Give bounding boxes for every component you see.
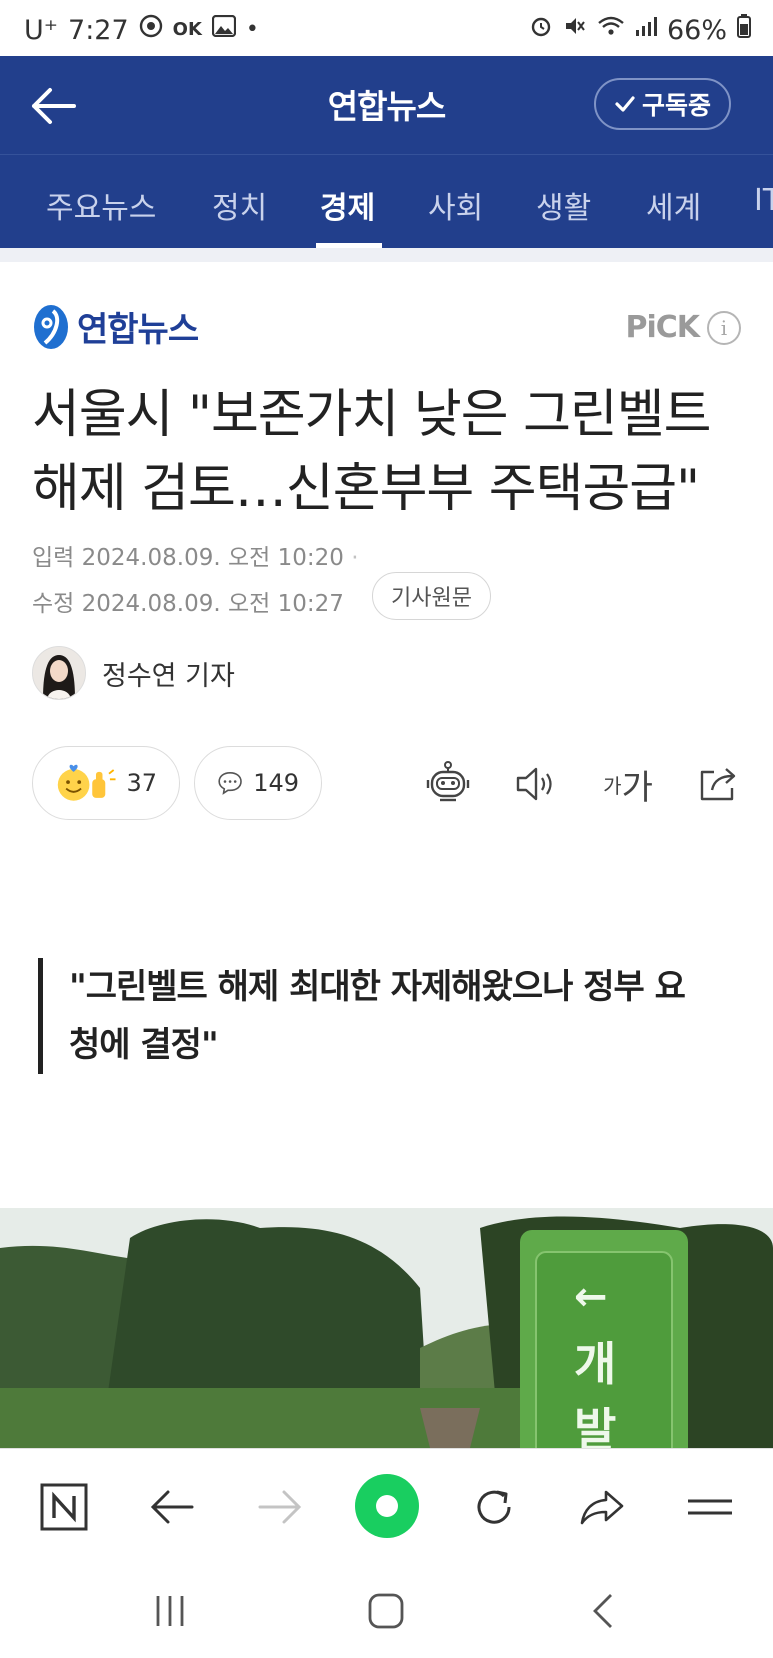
reporter-name: 정수연 기자 bbox=[102, 660, 235, 692]
input-date: 입력 2024.08.09. 오전 10:20 · bbox=[32, 538, 359, 572]
menu-button[interactable] bbox=[682, 1479, 738, 1535]
summary-bot-button[interactable] bbox=[420, 756, 476, 812]
comment-button[interactable]: 149 bbox=[194, 746, 322, 820]
refresh-button[interactable] bbox=[466, 1479, 522, 1535]
recent-apps-button[interactable] bbox=[140, 1586, 200, 1636]
menu-icon bbox=[688, 1499, 732, 1515]
system-nav-bar bbox=[0, 1556, 773, 1658]
quote-line-2: 청에 결정" bbox=[69, 1025, 219, 1065]
avatar bbox=[32, 646, 86, 700]
emoji-reaction-icon bbox=[57, 764, 116, 801]
carrier-label: U⁺ bbox=[24, 14, 59, 46]
pick-badge[interactable]: PiCK i bbox=[625, 310, 741, 345]
input-label: 입력 bbox=[32, 545, 75, 571]
subheading-quote: "그린벨트 해제 최대한 자제해왔으나 정부 요 청에 결정" bbox=[38, 958, 729, 1074]
n-icon bbox=[40, 1483, 88, 1531]
mute-icon bbox=[563, 14, 587, 46]
alarm-icon bbox=[529, 14, 553, 46]
share-arrow-icon bbox=[580, 1490, 624, 1525]
gallery-icon bbox=[211, 14, 237, 45]
info-icon: i bbox=[707, 310, 741, 345]
robot-icon bbox=[426, 761, 470, 802]
category-tabs: 주요뉴스 정치 경제 사회 생활 세계 IT bbox=[0, 154, 773, 249]
wifi-icon bbox=[597, 14, 625, 46]
recent-apps-icon bbox=[156, 1596, 184, 1626]
article-headline: 서울시 "보존가치 낮은 그린벨트 해제 검토…신혼부부 주택공급" bbox=[32, 378, 747, 526]
pick-label: PiCK bbox=[625, 310, 700, 345]
reaction-count: 37 bbox=[126, 769, 157, 797]
tab-main-news[interactable]: 주요뉴스 bbox=[46, 183, 156, 227]
browser-back-button[interactable] bbox=[144, 1479, 200, 1535]
browser-toolbar bbox=[0, 1448, 773, 1557]
subscribe-button[interactable]: 구독중 bbox=[593, 78, 731, 130]
quote-line-1: "그린벨트 해제 최대한 자제해왔으나 정부 요 bbox=[69, 967, 686, 1007]
speaker-icon bbox=[516, 767, 552, 801]
arrow-left-icon bbox=[150, 1490, 194, 1524]
article-photo[interactable]: ← 개 발 bbox=[0, 1208, 773, 1448]
status-bar: U⁺ 7:27 OK • 66% bbox=[0, 0, 773, 56]
press-logo[interactable]: 연합뉴스 bbox=[31, 302, 199, 351]
tab-life[interactable]: 생활 bbox=[536, 183, 591, 227]
press-name: 연합뉴스 bbox=[77, 310, 199, 350]
naver-home-button[interactable] bbox=[36, 1479, 92, 1535]
tab-economy[interactable]: 경제 bbox=[320, 183, 375, 227]
modified-datetime: 2024.08.09. 오전 10:27 bbox=[81, 591, 344, 617]
tab-world[interactable]: 세계 bbox=[646, 183, 701, 227]
font-size-small-label: 가 bbox=[603, 773, 622, 798]
input-datetime: 2024.08.09. 오전 10:20 bbox=[81, 545, 344, 571]
battery-icon bbox=[737, 14, 751, 46]
home-button[interactable] bbox=[356, 1586, 416, 1636]
modified-date: 수정 2024.08.09. 오전 10:27 bbox=[32, 584, 344, 618]
tts-button[interactable] bbox=[508, 756, 564, 812]
tab-society[interactable]: 사회 bbox=[428, 183, 483, 227]
clock: 7:27 bbox=[68, 14, 129, 46]
browser-forward-button[interactable] bbox=[252, 1479, 308, 1535]
green-circle-icon bbox=[355, 1474, 419, 1538]
okcashbag-icon: OK bbox=[172, 19, 202, 40]
headline-line-2: 해제 검토…신혼부부 주택공급" bbox=[32, 459, 700, 519]
headline-line-1: 서울시 "보존가치 낮은 그린벨트 bbox=[32, 385, 711, 445]
comment-icon bbox=[218, 772, 242, 795]
tab-politics[interactable]: 정치 bbox=[212, 183, 267, 227]
reaction-button[interactable]: 37 bbox=[32, 746, 180, 820]
chrome-icon bbox=[139, 14, 163, 46]
sign-char-1: 개 bbox=[574, 1337, 617, 1391]
separator-dot: · bbox=[351, 545, 359, 571]
sign-arrow: ← bbox=[574, 1274, 608, 1320]
sign-char-2: 발 bbox=[574, 1403, 617, 1448]
share-icon bbox=[700, 768, 736, 801]
check-icon bbox=[615, 96, 635, 112]
home-icon bbox=[368, 1593, 404, 1629]
font-size-large-label: 가 bbox=[621, 767, 653, 808]
reporter[interactable]: 정수연 기자 bbox=[32, 646, 235, 700]
green-dot-button[interactable] bbox=[354, 1473, 420, 1539]
font-size-button[interactable]: 가 가 bbox=[596, 756, 660, 812]
modified-label: 수정 bbox=[32, 591, 75, 617]
comment-count: 149 bbox=[253, 769, 299, 797]
refresh-icon bbox=[477, 1490, 511, 1524]
signal-icon bbox=[635, 15, 657, 45]
section-divider bbox=[0, 248, 773, 262]
browser-share-button[interactable] bbox=[574, 1479, 630, 1535]
battery-percent: 66% bbox=[666, 14, 727, 46]
chevron-left-icon bbox=[593, 1594, 612, 1628]
share-button[interactable] bbox=[690, 756, 746, 812]
subscribe-label: 구독중 bbox=[641, 91, 711, 120]
app-bar: 연합뉴스 구독중 bbox=[0, 56, 773, 154]
arrow-right-icon bbox=[258, 1490, 302, 1524]
system-back-button[interactable] bbox=[574, 1586, 634, 1636]
notification-dot-icon: • bbox=[245, 17, 259, 42]
yonhap-logo-icon bbox=[34, 304, 68, 349]
original-article-button[interactable]: 기사원문 bbox=[372, 572, 491, 620]
tab-it[interactable]: IT bbox=[754, 183, 773, 218]
